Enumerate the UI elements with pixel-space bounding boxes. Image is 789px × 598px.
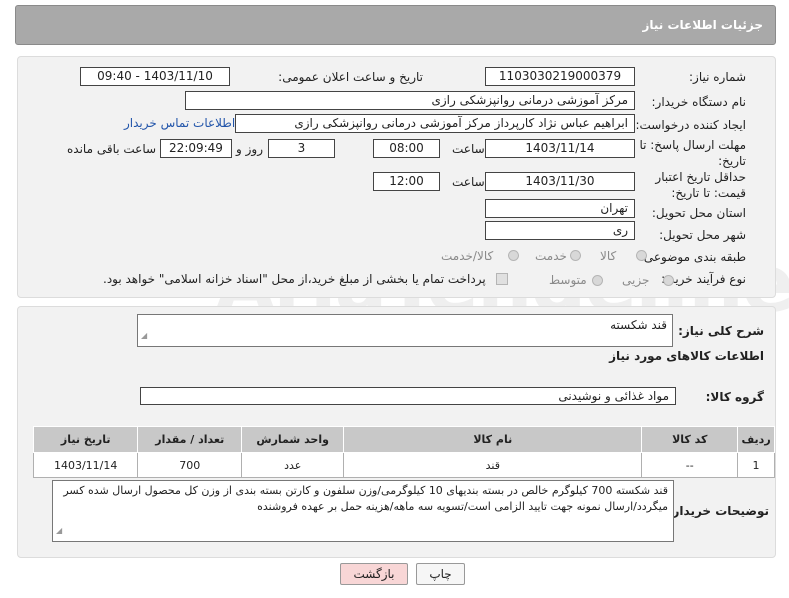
cell-need-date: 1403/11/14 [32, 452, 139, 478]
process-radio-minor[interactable] [663, 275, 674, 286]
buyer-contact-link[interactable]: اطلاعات تماس خریدار [124, 116, 235, 130]
deadline-date-field: 1403/11/14 [485, 139, 635, 158]
remaining-time-field: 22:09:49 [160, 139, 232, 158]
category-radio-goods[interactable] [636, 250, 647, 261]
cell-row-number: 1 [737, 452, 775, 478]
validity-label: حداقل تاریخ اعتبار قیمت: تا تاریخ: [655, 170, 746, 200]
category-option-goods-service: کالا/خدمت [441, 249, 494, 263]
validity-time-label: ساعت [452, 175, 485, 189]
creator-label: ایجاد کننده درخواست: [635, 118, 746, 132]
process-option-medium: متوسط [549, 273, 587, 287]
treasury-checkbox[interactable] [496, 273, 508, 285]
buyer-label: نام دستگاه خریدار: [651, 95, 747, 109]
validity-time-field: 12:00 [373, 172, 440, 191]
province-field: تهران [485, 199, 635, 218]
col-header-goods-code: کد کالا [641, 426, 739, 453]
page-title: جزئیات اطلاعات نیاز [642, 18, 763, 32]
treasury-payment-note: پرداخت تمام یا بخشی از مبلغ خرید،از محل … [103, 272, 486, 286]
cell-goods-name: قند [343, 452, 643, 478]
back-button[interactable]: بازگشت [340, 563, 408, 585]
need-number-label: شماره نیاز: [689, 70, 746, 84]
deadline-label: مهلت ارسال پاسخ: تا تاریخ: [639, 138, 746, 168]
creator-field: ابراهیم عباس نژاد کارپرداز مرکز آموزشی د… [235, 114, 635, 133]
col-header-unit: واحد شمارش [241, 426, 345, 453]
table-header-row: ردیف کد کالا نام کالا واحد شمارش تعداد /… [32, 426, 775, 453]
col-header-need-date: تاریخ نیاز [32, 426, 139, 453]
days-label: روز و [236, 142, 263, 156]
city-field: ری [485, 221, 635, 240]
resize-handle-icon: ◢ [141, 331, 148, 340]
category-radio-service[interactable] [570, 250, 581, 261]
deadline-time-label: ساعت [452, 142, 485, 156]
table-row: 1 -- قند عدد 700 1403/11/14 [32, 452, 775, 478]
buyer-notes-label: توضیحات خریدار: [667, 504, 769, 518]
announce-label: تاریخ و ساعت اعلان عمومی: [278, 70, 423, 84]
description-label: شرح کلی نیاز: [678, 324, 764, 338]
col-header-quantity: تعداد / مقدار [137, 426, 243, 453]
page-header: جزئیات اطلاعات نیاز [15, 5, 776, 45]
description-text: قند شکسته [610, 318, 667, 332]
category-option-goods: کالا [600, 249, 617, 263]
buyer-notes-text: قند شکسته 700 کیلوگرم خالص در بسته بندیه… [63, 484, 668, 513]
days-field: 3 [268, 139, 335, 158]
col-header-goods-name: نام کالا [343, 426, 643, 453]
goods-group-label: گروه کالا: [705, 390, 764, 404]
process-radio-medium[interactable] [592, 275, 603, 286]
goods-group-field: مواد غذائی و نوشیدنی [140, 387, 676, 405]
col-header-row-number: ردیف [737, 426, 775, 453]
validity-date-field: 1403/11/30 [485, 172, 635, 191]
process-option-minor: جزیی [622, 273, 650, 287]
deadline-time-field: 08:00 [373, 139, 440, 158]
need-number-field: 1103030219000379 [485, 67, 635, 86]
buyer-notes-textarea: قند شکسته 700 کیلوگرم خالص در بسته بندیه… [52, 480, 674, 542]
city-label: شهر محل تحویل: [659, 228, 746, 242]
category-radio-goods-service[interactable] [508, 250, 519, 261]
buyer-field: مرکز آموزشی درمانی روانپزشکی رازی [185, 91, 635, 110]
cell-goods-code: -- [641, 452, 739, 478]
print-button[interactable]: چاپ [416, 563, 465, 585]
announce-datetime-field: 1403/11/10 - 09:40 [80, 67, 230, 86]
cell-quantity: 700 [137, 452, 243, 478]
remaining-label: ساعت باقی مانده [67, 142, 157, 156]
resize-handle-icon: ◢ [56, 526, 63, 535]
goods-info-title: اطلاعات کالاهای مورد نیاز [609, 349, 764, 363]
description-textarea: قند شکسته ◢ [137, 314, 673, 347]
province-label: استان محل تحویل: [651, 206, 746, 220]
items-table: ردیف کد کالا نام کالا واحد شمارش تعداد /… [32, 426, 775, 478]
cell-unit: عدد [241, 452, 345, 478]
category-option-service: خدمت [535, 249, 567, 263]
category-label: طبقه بندی موضوعی: [639, 250, 746, 264]
